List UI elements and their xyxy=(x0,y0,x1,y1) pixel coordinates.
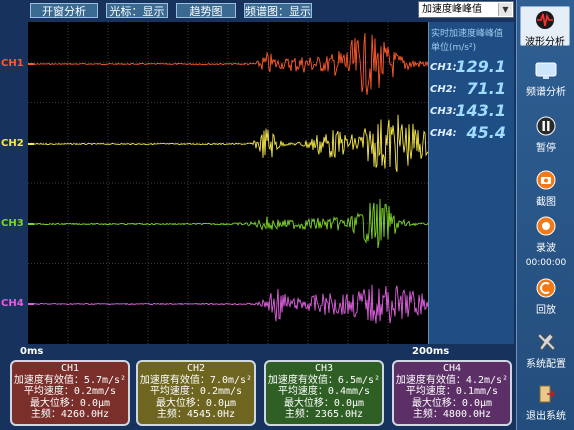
readout-ch4-value: 45.4 xyxy=(466,123,506,142)
ch2-info-title: CH2 xyxy=(186,363,206,374)
ch2-info-frequency: 主频：4545.0Hz xyxy=(156,409,236,420)
exit-label: 退出系统 xyxy=(526,411,566,422)
readout-ch3-value: 143.1 xyxy=(455,101,506,120)
ch1-info-displacement: 最大位移：0.0μm xyxy=(29,397,111,409)
record-timer: 00:00:00 xyxy=(525,258,567,268)
ch2-info-rms: 加速度有效值：7.0m/s² xyxy=(139,374,253,386)
trend-chart-button[interactable]: 趋势图 xyxy=(176,3,236,18)
waveform-analysis-button[interactable]: 波形分析 xyxy=(520,6,570,48)
screenshot-label: 截图 xyxy=(536,197,556,208)
ch2-info-velocity: 平均速度：0.2mm/s xyxy=(149,386,243,397)
ch1-label: CH1 xyxy=(1,58,24,69)
exit-button[interactable]: 退出系统 xyxy=(518,384,574,422)
ch2-info-displacement: 最大位移：0.0μm xyxy=(155,397,237,409)
readout-title: 实时加速度峰峰值 xyxy=(431,29,504,39)
window-analysis-button[interactable]: 开窗分析 xyxy=(30,3,98,18)
ch1-info-rms: 加速度有效值：5.7m/s² xyxy=(13,374,127,386)
ch4-info-displacement: 最大位移：0.0μm xyxy=(411,397,493,409)
cursor-toggle-button[interactable]: 光标：显示 xyxy=(106,3,168,18)
readout-ch1-value: 129.1 xyxy=(455,57,506,76)
readout-ch2-label: CH2: xyxy=(430,84,457,95)
ch3-info-rms: 加速度有效值：6.5m/s² xyxy=(267,374,381,386)
spectrum-toggle-button[interactable]: 频谱图：显示 xyxy=(244,3,312,18)
waveform-plot[interactable] xyxy=(28,22,428,344)
camera-icon xyxy=(536,170,556,190)
readout-ch1-label: CH1: xyxy=(430,62,457,73)
ch1-info-velocity: 平均速度：0.2mm/s xyxy=(23,386,117,397)
system-config-label: 系统配置 xyxy=(526,359,566,370)
screenshot-button[interactable]: 截图 xyxy=(518,170,574,208)
playback-label: 回放 xyxy=(536,305,556,316)
ch1-info-title: CH1 xyxy=(60,363,80,374)
ch1-info-frequency: 主频：4260.0Hz xyxy=(30,409,110,420)
ch3-info-frequency: 主频：2365.0Hz xyxy=(284,409,364,420)
ch4-info-box: CH4 加速度有效值：4.2m/s² 平均速度：0.1mm/s 最大位移：0.0… xyxy=(392,360,512,426)
spectrum-analysis-label: 频谱分析 xyxy=(526,87,566,98)
readout-unit: 单位(m/s²) xyxy=(431,43,477,53)
spectrum-analysis-button[interactable]: 频谱分析 xyxy=(518,62,574,98)
playback-icon xyxy=(536,278,556,298)
measurement-mode-value: 加速度峰峰值 xyxy=(422,4,482,15)
ch4-info-title: CH4 xyxy=(442,363,462,374)
record-icon xyxy=(536,216,556,236)
waveform-icon xyxy=(536,11,554,29)
record-label: 录波 xyxy=(536,243,556,254)
ch3-info-box: CH3 加速度有效值：6.5m/s² 平均速度：0.4mm/s 最大位移：0.0… xyxy=(264,360,384,426)
ch1-info-box: CH1 加速度有效值：5.7m/s² 平均速度：0.2mm/s 最大位移：0.0… xyxy=(10,360,130,426)
measurement-mode-select[interactable]: 加速度峰峰值 ▼ xyxy=(418,1,514,18)
exit-icon xyxy=(539,385,556,403)
pause-button[interactable]: 暂停 xyxy=(518,116,574,154)
ch4-info-velocity: 平均速度：0.1mm/s xyxy=(405,386,499,397)
system-config-button[interactable]: 系统配置 xyxy=(518,332,574,370)
top-toolbar: 开窗分析 光标：显示 趋势图 频谱图：显示 加速度峰峰值 ▼ xyxy=(0,0,516,22)
pause-label: 暂停 xyxy=(536,143,556,154)
record-button[interactable]: 录波 00:00:00 xyxy=(518,216,574,268)
ch4-info-rms: 加速度有效值：4.2m/s² xyxy=(395,374,509,386)
pause-icon xyxy=(536,116,556,136)
right-sidebar: 波形分析 频谱分析 暂停 截图 录波 00:00:00 回放 系统配置 退出系统 xyxy=(516,0,574,430)
ch2-info-box: CH2 加速度有效值：7.0m/s² 平均速度：0.2mm/s 最大位移：0.0… xyxy=(136,360,256,426)
playback-button[interactable]: 回放 xyxy=(518,278,574,316)
x-axis-end-label: 200ms xyxy=(412,346,450,357)
monitor-icon xyxy=(535,62,557,79)
readout-ch3-label: CH3: xyxy=(430,106,457,117)
chevron-down-icon[interactable]: ▼ xyxy=(498,3,512,16)
ch3-label: CH3 xyxy=(1,218,24,229)
ch3-info-displacement: 最大位移：0.0μm xyxy=(283,397,365,409)
ch3-info-velocity: 平均速度：0.4mm/s xyxy=(277,386,371,397)
ch4-label: CH4 xyxy=(1,298,24,309)
ch2-label: CH2 xyxy=(1,138,24,149)
ch3-info-title: CH3 xyxy=(314,363,334,374)
readout-ch2-value: 71.1 xyxy=(466,79,506,98)
tools-icon xyxy=(537,333,556,351)
ch4-info-frequency: 主频：4800.0Hz xyxy=(412,409,492,420)
waveform-analysis-label: 波形分析 xyxy=(525,37,565,48)
x-axis-start-label: 0ms xyxy=(20,346,44,357)
readout-ch4-label: CH4: xyxy=(430,128,457,139)
waveform-canvas xyxy=(28,22,428,344)
realtime-readout-panel: 实时加速度峰峰值 单位(m/s²) CH1: 129.1 CH2: 71.1 C… xyxy=(428,22,514,344)
